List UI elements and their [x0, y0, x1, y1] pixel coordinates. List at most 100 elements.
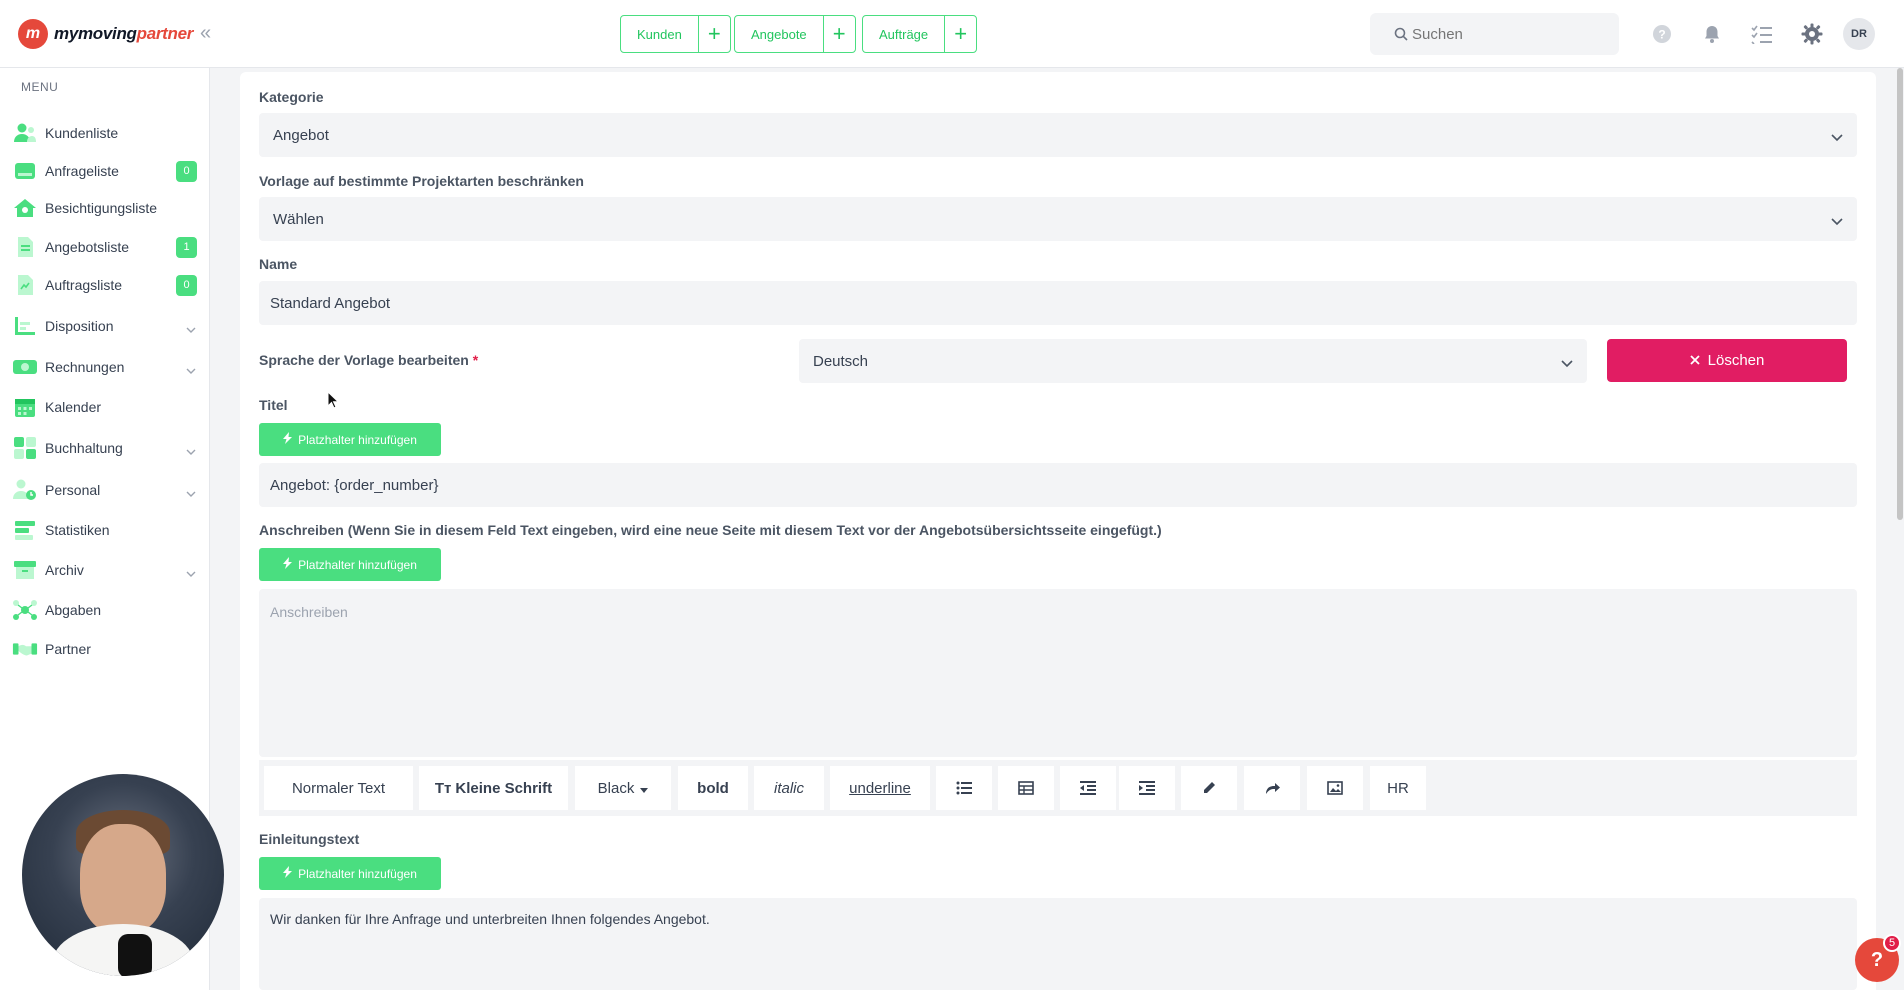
inquiry-icon — [12, 158, 38, 184]
required-mark: * — [472, 352, 479, 368]
einleitung-textarea[interactable]: Wir danken für Ihre Anfrage und unterbre… — [259, 898, 1857, 990]
projektarten-value: Wählen — [273, 210, 324, 228]
add-auftraege-button[interactable]: + — [944, 16, 976, 52]
chevron-down-icon — [186, 564, 196, 582]
sidebar-item-label: Buchhaltung — [45, 440, 123, 456]
quick-auftraege: Aufträge + — [862, 15, 978, 53]
sidebar-item-label: Statistiken — [45, 522, 110, 538]
sidebar-item-angebotsliste[interactable]: Angebotsliste 1 — [0, 230, 210, 264]
sidebar-item-personal[interactable]: Personal — [0, 473, 210, 507]
sidebar-item-besichtigungsliste[interactable]: Besichtigungsliste — [0, 191, 210, 225]
projektarten-select[interactable]: Wählen — [259, 197, 1857, 241]
kategorie-value: Angebot — [273, 126, 329, 144]
mouse-cursor-icon — [327, 390, 340, 414]
add-placeholder-button-titel[interactable]: Platzhalter hinzufügen — [259, 423, 441, 456]
top-bar: m mymovingpartner « Kunden + Angebote + … — [0, 0, 1904, 68]
sprache-label: Sprache der Vorlage bearbeiten * — [259, 352, 479, 368]
sidebar-item-label: Angebotsliste — [45, 239, 130, 255]
chevron-down-icon — [186, 320, 196, 338]
normal-text-button[interactable]: Normaler Text — [264, 766, 413, 810]
kategorie-select[interactable]: Angebot — [259, 113, 1857, 157]
quick-angebote: Angebote + — [734, 15, 856, 53]
table-icon[interactable] — [998, 766, 1054, 810]
sidebar-item-label: Kundenliste — [45, 125, 119, 141]
logo[interactable]: m mymovingpartner — [18, 17, 193, 51]
page-scrollbar[interactable] — [1896, 68, 1904, 990]
anschreiben-label: Anschreiben (Wenn Sie in diesem Feld Tex… — [259, 522, 1162, 538]
help-question-icon[interactable]: ? — [1650, 22, 1674, 46]
add-placeholder-button-einleitung[interactable]: Platzhalter hinzufügen — [259, 857, 441, 890]
collapse-sidebar-icon[interactable]: « — [200, 22, 211, 45]
sidebar-item-archiv[interactable]: Archiv — [0, 553, 210, 587]
sidebar-item-label: Disposition — [45, 318, 114, 334]
user-avatar[interactable]: DR — [1843, 18, 1875, 50]
chevron-down-icon — [1831, 129, 1843, 146]
sidebar-item-label: Archiv — [45, 562, 84, 578]
customers-icon — [12, 120, 38, 146]
italic-button[interactable]: italic — [754, 766, 824, 810]
sidebar-item-partner[interactable]: Partner — [0, 632, 210, 666]
checklist-icon[interactable] — [1750, 22, 1774, 46]
bell-icon[interactable] — [1700, 22, 1724, 46]
titel-input[interactable]: Angebot: {order_number} — [259, 463, 1857, 507]
bullet-list-icon[interactable] — [936, 766, 992, 810]
outdent-icon[interactable] — [1060, 766, 1116, 810]
sidebar-item-rechnungen[interactable]: Rechnungen — [0, 350, 210, 384]
kategorie-label: Kategorie — [259, 89, 324, 105]
name-input[interactable]: Standard Angebot — [259, 281, 1857, 325]
image-icon[interactable] — [1307, 766, 1363, 810]
sidebar-item-statistiken[interactable]: Statistiken — [0, 513, 210, 547]
sidebar-item-label: Personal — [45, 482, 101, 498]
offer-icon — [12, 234, 38, 260]
webcam-overlay — [22, 774, 224, 976]
close-icon — [1690, 352, 1700, 369]
sprache-select[interactable]: Deutsch — [799, 339, 1587, 383]
sidebar-item-buchhaltung[interactable]: Buchhaltung — [0, 431, 210, 465]
sidebar-item-kalender[interactable]: Kalender — [0, 390, 210, 424]
sidebar-item-auftragsliste[interactable]: Auftragsliste 0 — [0, 268, 210, 302]
editor-toolbar: Normaler Text Tт Kleine Schrift Black bo… — [259, 760, 1857, 816]
indent-icon[interactable] — [1119, 766, 1175, 810]
count-badge: 0 — [176, 160, 197, 182]
sidebar-item-label: Rechnungen — [45, 359, 125, 375]
anschreiben-textarea[interactable]: Anschreiben — [259, 589, 1857, 757]
sidebar-item-label: Abgaben — [45, 602, 102, 618]
vorlage-label: Vorlage auf bestimmte Projektarten besch… — [259, 173, 584, 189]
lightning-icon — [283, 432, 293, 447]
horizontal-rule-button[interactable]: HR — [1370, 766, 1426, 810]
sidebar-item-abgaben[interactable]: Abgaben — [0, 593, 210, 627]
delete-button[interactable]: Löschen — [1607, 339, 1847, 382]
archive-icon — [12, 557, 38, 583]
add-angebote-button[interactable]: + — [822, 16, 855, 52]
quick-kunden-button[interactable]: Kunden — [621, 16, 698, 52]
caret-down-icon — [640, 780, 649, 797]
sidebar-item-anfrageliste[interactable]: Anfrageliste 0 — [0, 154, 210, 188]
gear-icon[interactable] — [1800, 22, 1824, 46]
small-text-button[interactable]: Tт Kleine Schrift — [419, 766, 568, 810]
quick-auftraege-button[interactable]: Aufträge — [863, 16, 944, 52]
underline-button[interactable]: underline — [830, 766, 930, 810]
notification-badge: 5 — [1883, 934, 1901, 952]
scrollbar-thumb[interactable] — [1897, 68, 1903, 520]
lightning-icon — [283, 557, 293, 572]
add-placeholder-button-anschreiben[interactable]: Platzhalter hinzufügen — [259, 548, 441, 581]
name-label: Name — [259, 256, 298, 272]
color-dropdown[interactable]: Black — [575, 766, 671, 810]
calendar-icon — [12, 394, 38, 420]
count-badge: 0 — [176, 274, 197, 296]
pencil-icon[interactable] — [1181, 766, 1237, 810]
delete-label: Löschen — [1707, 352, 1765, 369]
sidebar-item-label: Auftragsliste — [45, 277, 123, 293]
add-kunden-button[interactable]: + — [697, 16, 730, 52]
inspection-icon — [12, 195, 38, 221]
order-icon — [12, 272, 38, 298]
sidebar-item-disposition[interactable]: Disposition — [0, 309, 210, 343]
search-input[interactable] — [1398, 25, 1598, 43]
sidebar-item-label: Anfrageliste — [45, 163, 119, 179]
sidebar-item-kundenliste[interactable]: Kundenliste — [0, 116, 210, 150]
invoice-icon — [12, 354, 38, 380]
redo-icon[interactable] — [1244, 766, 1300, 810]
quick-angebote-button[interactable]: Angebote — [735, 16, 823, 52]
personnel-icon — [12, 477, 38, 503]
bold-button[interactable]: bold — [678, 766, 748, 810]
